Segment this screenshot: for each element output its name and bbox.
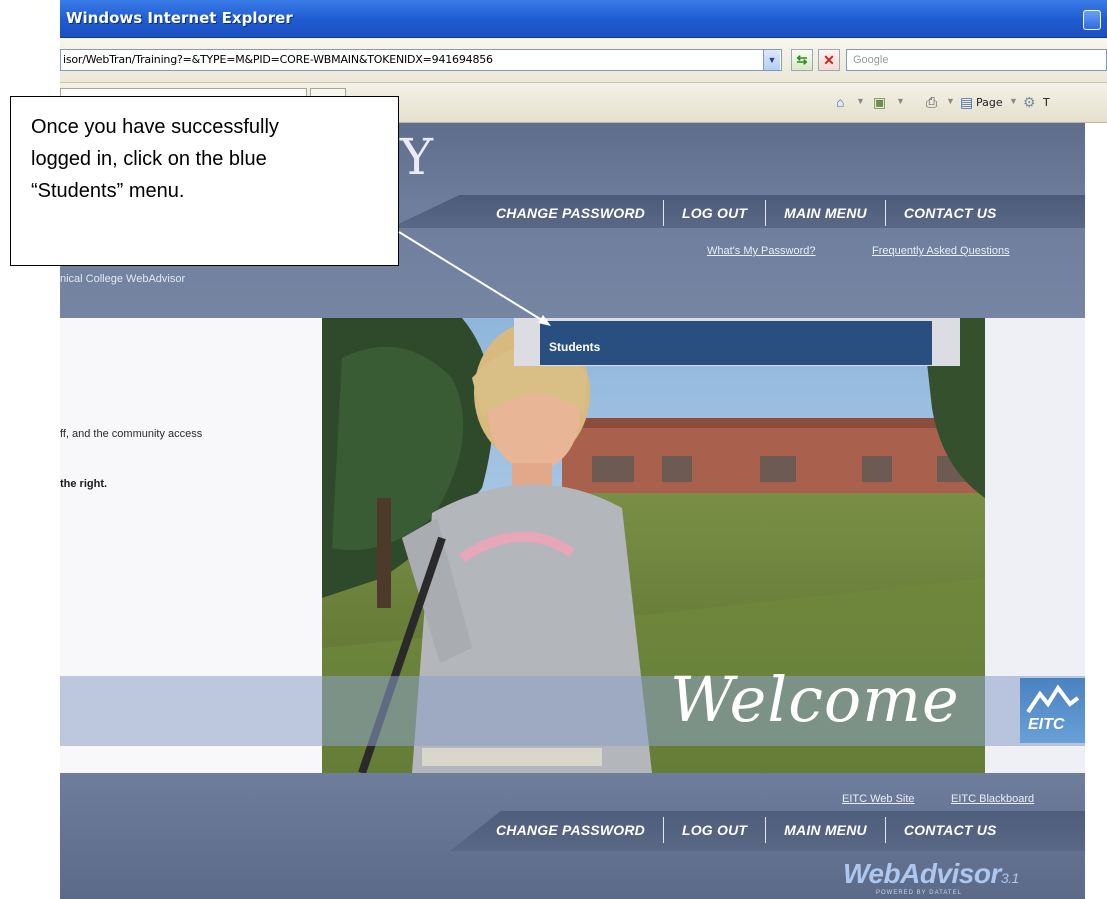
footer-nav-contact-us[interactable]: Contact Us bbox=[886, 822, 1015, 838]
whats-my-password-link[interactable]: What's My Password? bbox=[707, 245, 815, 257]
eitc-logo: EITC bbox=[1020, 678, 1085, 743]
nav-log-out[interactable]: Log Out bbox=[664, 205, 765, 221]
nav-change-password[interactable]: Change Password bbox=[478, 205, 663, 221]
address-dropdown-button[interactable]: ▼ bbox=[763, 50, 780, 70]
chevron-down-icon: ▼ bbox=[767, 55, 777, 65]
callout-line: “Students” menu. bbox=[31, 180, 185, 202]
screenshot-root: Windows Internet Explorer isor/WebTran/T… bbox=[0, 0, 1107, 899]
webadvisor-brand: WebAdvisor bbox=[843, 858, 1001, 889]
nav-main-menu[interactable]: Main Menu bbox=[766, 205, 885, 221]
footer-nav-main-menu[interactable]: Main Menu bbox=[766, 822, 885, 838]
header-nav: Change Password Log Out Main Menu Contac… bbox=[478, 200, 1015, 226]
eitc-logo-text: EITC bbox=[1028, 716, 1065, 733]
main-content: ff, and the community access the right. bbox=[60, 318, 1085, 773]
gear-icon[interactable]: ⚙ bbox=[1023, 94, 1036, 111]
callout-line: Once you have successfully bbox=[31, 116, 279, 138]
close-icon: ✕ bbox=[823, 52, 835, 68]
callout-line: logged in, click on the blue bbox=[31, 148, 267, 170]
mountain-icon bbox=[1026, 684, 1080, 714]
webadvisor-version: 3.1 bbox=[1000, 870, 1019, 886]
nav-contact-us[interactable]: Contact Us bbox=[886, 205, 1015, 221]
footer-nav-change-password[interactable]: Change Password bbox=[478, 822, 663, 838]
college-title: nical College WebAdvisor bbox=[60, 273, 186, 285]
eitc-web-site-link[interactable]: EITC Web Site bbox=[842, 793, 915, 805]
students-menu-container: Students bbox=[514, 318, 960, 366]
page-footer: EITC Web Site EITC Blackboard Change Pas… bbox=[60, 773, 1085, 899]
page-dropdown-icon[interactable]: ▼ bbox=[1009, 96, 1018, 106]
home-dropdown-icon[interactable]: ▼ bbox=[856, 96, 865, 106]
header-logo-letter: Y bbox=[400, 128, 434, 186]
minimize-button[interactable] bbox=[1083, 10, 1101, 30]
eitc-blackboard-link[interactable]: EITC Blackboard bbox=[951, 793, 1034, 805]
print-dropdown-icon[interactable]: ▼ bbox=[946, 96, 955, 106]
stop-button[interactable]: ✕ bbox=[818, 49, 840, 71]
address-input[interactable]: isor/WebTran/Training?=&TYPE=M&PID=CORE-… bbox=[60, 49, 782, 71]
go-button[interactable]: ⇆ bbox=[791, 49, 813, 71]
page-icon: ▤ bbox=[960, 94, 974, 110]
refresh-arrows-icon: ⇆ bbox=[796, 52, 808, 67]
page-menu[interactable]: Page bbox=[976, 96, 1003, 109]
home-icon[interactable]: ⌂ bbox=[836, 94, 844, 110]
feeds-icon[interactable]: ▣ bbox=[873, 94, 886, 111]
welcome-heading: Welcome bbox=[670, 663, 960, 736]
address-toolbar: isor/WebTran/Training?=&TYPE=M&PID=CORE-… bbox=[60, 38, 1107, 83]
search-input[interactable]: Google bbox=[846, 49, 1107, 71]
tools-menu[interactable]: T bbox=[1043, 96, 1050, 109]
window-title: Windows Internet Explorer bbox=[66, 9, 293, 27]
intro-text: ff, and the community access bbox=[60, 428, 203, 440]
footer-nav: Change Password Log Out Main Menu Contac… bbox=[478, 817, 1015, 843]
feeds-dropdown-icon[interactable]: ▼ bbox=[896, 96, 905, 106]
footer-nav-log-out[interactable]: Log Out bbox=[664, 822, 765, 838]
students-menu[interactable]: Students bbox=[549, 340, 600, 354]
window-titlebar: Windows Internet Explorer bbox=[60, 0, 1107, 38]
print-icon[interactable]: ⎙ bbox=[926, 94, 937, 111]
intro-bold-text: the right. bbox=[60, 478, 108, 490]
faq-link[interactable]: Frequently Asked Questions bbox=[872, 245, 1010, 257]
instruction-callout: Once you have successfully logged in, cl… bbox=[10, 96, 399, 266]
webadvisor-logo: WebAdvisor3.1 bbox=[843, 858, 1019, 890]
powered-by-text: POWERED BY DATATEL bbox=[876, 890, 962, 896]
